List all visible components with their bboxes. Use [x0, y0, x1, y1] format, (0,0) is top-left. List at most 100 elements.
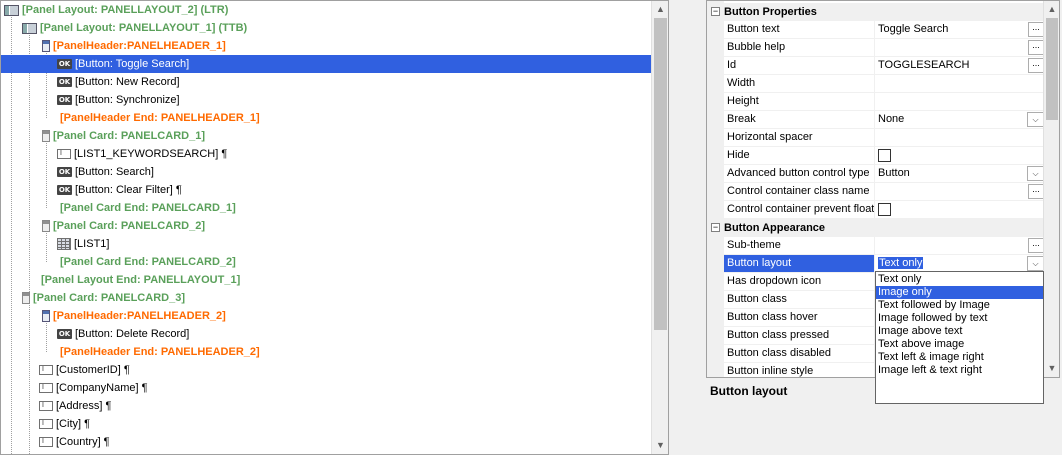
- chevron-down-icon[interactable]: ⌵: [1027, 166, 1044, 181]
- tree-node[interactable]: OK [Button: New Record]: [1, 73, 651, 91]
- chevron-down-icon[interactable]: ⌵: [1027, 112, 1044, 127]
- button-layout-dropdown-list[interactable]: Text only Image only Text followed by Imag…: [875, 271, 1044, 404]
- property-row[interactable]: Button text Toggle Search...: [707, 21, 1045, 39]
- tree-node[interactable]: I [CompanyName] ¶: [1, 379, 651, 397]
- section-title: Button Appearance: [724, 222, 826, 234]
- tree-node[interactable]: I [Country] ¶: [1, 433, 651, 451]
- tree-node[interactable]: [Panel Layout End: PANELLAYOUT_1]: [1, 271, 651, 289]
- tree-node[interactable]: [PanelHeader End: PANELHEADER_2]: [1, 343, 651, 361]
- tree-node[interactable]: I [City] ¶: [1, 415, 651, 433]
- scroll-up-arrow-icon[interactable]: ▲: [1044, 1, 1059, 18]
- tree-node-label: [LIST1]: [74, 238, 110, 250]
- property-name: Button class disabled: [724, 345, 875, 363]
- tree-node-label: [Button: Synchronize]: [75, 94, 180, 106]
- tree-node-label: [Panel Card End: PANELCARD_2]: [60, 256, 236, 268]
- tree-vertical-scrollbar[interactable]: ▲ ▼: [651, 1, 668, 454]
- property-value[interactable]: ...: [875, 183, 1045, 201]
- design-tree-panel[interactable]: [Panel Layout: PANELLAYOUT_2] (LTR) [Pane…: [0, 0, 669, 455]
- tree-node[interactable]: [LIST1]: [1, 235, 651, 253]
- property-row[interactable]: Advanced button control type Button ⌵: [707, 165, 1045, 183]
- property-vertical-scrollbar[interactable]: ▲ ▼: [1043, 1, 1059, 377]
- tree-node[interactable]: [PanelHeader:PANELHEADER_2]: [1, 307, 651, 325]
- property-value[interactable]: None ⌵: [875, 111, 1045, 129]
- tree-node[interactable]: OK [Button: Synchronize]: [1, 91, 651, 109]
- scrollbar-thumb[interactable]: [654, 18, 667, 330]
- property-row[interactable]: Control container class name...: [707, 183, 1045, 201]
- property-value-text: Toggle Search: [878, 23, 949, 35]
- property-value[interactable]: [875, 75, 1045, 93]
- property-row[interactable]: Bubble help...: [707, 39, 1045, 57]
- ellipsis-button[interactable]: ...: [1028, 184, 1044, 199]
- property-row[interactable]: Height: [707, 93, 1045, 111]
- tree-node[interactable]: OK [Button: Delete Record]: [1, 325, 651, 343]
- property-value[interactable]: ...: [875, 39, 1045, 57]
- tree-node[interactable]: [PanelHeader:PANELHEADER_1]: [1, 37, 651, 55]
- tree-node[interactable]: [PanelHeader End: PANELHEADER_1]: [1, 109, 651, 127]
- ellipsis-button[interactable]: ...: [1028, 22, 1044, 37]
- tree-node[interactable]: I [CustomerID] ¶: [1, 361, 651, 379]
- section-button-appearance[interactable]: − Button Appearance: [707, 219, 1045, 237]
- dropdown-option[interactable]: Text left & image right: [876, 351, 1043, 364]
- tree-node[interactable]: [Panel Layout: PANELLAYOUT_2] (LTR): [1, 1, 651, 19]
- property-value[interactable]: TOGGLESEARCH...: [875, 57, 1045, 75]
- property-row[interactable]: Break None ⌵: [707, 111, 1045, 129]
- panel-layout-icon: [22, 22, 37, 34]
- property-row[interactable]: Id TOGGLESEARCH...: [707, 57, 1045, 75]
- property-value[interactable]: ...: [875, 237, 1045, 255]
- tree-node[interactable]: [Panel Card: PANELCARD_2]: [1, 217, 651, 235]
- tree-node[interactable]: I [LIST1_KEYWORDSEARCH] ¶: [1, 145, 651, 163]
- property-name: Control container prevent float: [724, 201, 875, 219]
- property-value[interactable]: [875, 129, 1045, 147]
- property-value[interactable]: [875, 93, 1045, 111]
- property-value[interactable]: [875, 201, 1045, 219]
- tree-node-label: [PanelHeader End: PANELHEADER_1]: [60, 112, 260, 124]
- collapse-icon[interactable]: −: [711, 223, 720, 232]
- scroll-up-arrow-icon[interactable]: ▲: [652, 1, 668, 18]
- dropdown-option[interactable]: Text only: [876, 273, 1043, 286]
- checkbox[interactable]: [878, 203, 891, 216]
- scrollbar-thumb[interactable]: [1046, 18, 1058, 120]
- property-row[interactable]: Width: [707, 75, 1045, 93]
- dropdown-option[interactable]: Image followed by text: [876, 312, 1043, 325]
- property-value[interactable]: [875, 147, 1045, 165]
- scroll-down-arrow-icon[interactable]: ▼: [652, 437, 668, 454]
- tree-node[interactable]: [Panel Card: PANELCARD_3]: [1, 289, 651, 307]
- chevron-down-icon[interactable]: ⌵: [1027, 256, 1044, 271]
- dropdown-option[interactable]: Image only: [876, 286, 1043, 299]
- ellipsis-button[interactable]: ...: [1028, 238, 1044, 253]
- dropdown-option[interactable]: Text followed by Image: [876, 299, 1043, 312]
- ellipsis-button[interactable]: ...: [1028, 40, 1044, 55]
- tree-node-label: [CustomerID] ¶: [56, 364, 130, 376]
- tree-node-label: [City] ¶: [56, 418, 91, 430]
- tree-node[interactable]: I [Address] ¶: [1, 397, 651, 415]
- tree-node-label: [Button: New Record]: [75, 76, 180, 88]
- property-name: Button layout: [724, 255, 875, 273]
- ok-button-icon: OK: [57, 329, 72, 339]
- dropdown-option[interactable]: Text above image: [876, 338, 1043, 351]
- collapse-icon[interactable]: −: [711, 7, 720, 16]
- text-field-icon: I: [39, 401, 53, 411]
- section-button-properties[interactable]: − Button Properties: [707, 3, 1045, 21]
- checkbox[interactable]: [878, 149, 891, 162]
- panel-header-icon: [42, 40, 50, 52]
- property-row[interactable]: Hide: [707, 147, 1045, 165]
- property-row[interactable]: Horizontal spacer: [707, 129, 1045, 147]
- property-value[interactable]: Toggle Search...: [875, 21, 1045, 39]
- property-value[interactable]: Button ⌵: [875, 165, 1045, 183]
- tree-node[interactable]: OK [Button: Toggle Search]: [1, 55, 651, 73]
- tree-node[interactable]: [Panel Card: PANELCARD_1]: [1, 127, 651, 145]
- property-row[interactable]: Control container prevent float: [707, 201, 1045, 219]
- scroll-down-arrow-icon[interactable]: ▼: [1044, 360, 1059, 377]
- tree-node[interactable]: OK [Button: Clear Filter] ¶: [1, 181, 651, 199]
- tree-node[interactable]: [Panel Layout: PANELLAYOUT_1] (TTB): [1, 19, 651, 37]
- tree-node[interactable]: [Panel Card End: PANELCARD_1]: [1, 199, 651, 217]
- property-name: Break: [724, 111, 875, 129]
- tree-node[interactable]: OK [Button: Search]: [1, 163, 651, 181]
- dropdown-option[interactable]: Image above text: [876, 325, 1043, 338]
- list-grid-icon: [57, 238, 71, 250]
- ellipsis-button[interactable]: ...: [1028, 58, 1044, 73]
- property-row[interactable]: Sub-theme...: [707, 237, 1045, 255]
- tree-node-label: [PanelHeader:PANELHEADER_2]: [53, 310, 226, 322]
- tree-node[interactable]: [Panel Card End: PANELCARD_2]: [1, 253, 651, 271]
- dropdown-option[interactable]: Image left & text right: [876, 364, 1043, 377]
